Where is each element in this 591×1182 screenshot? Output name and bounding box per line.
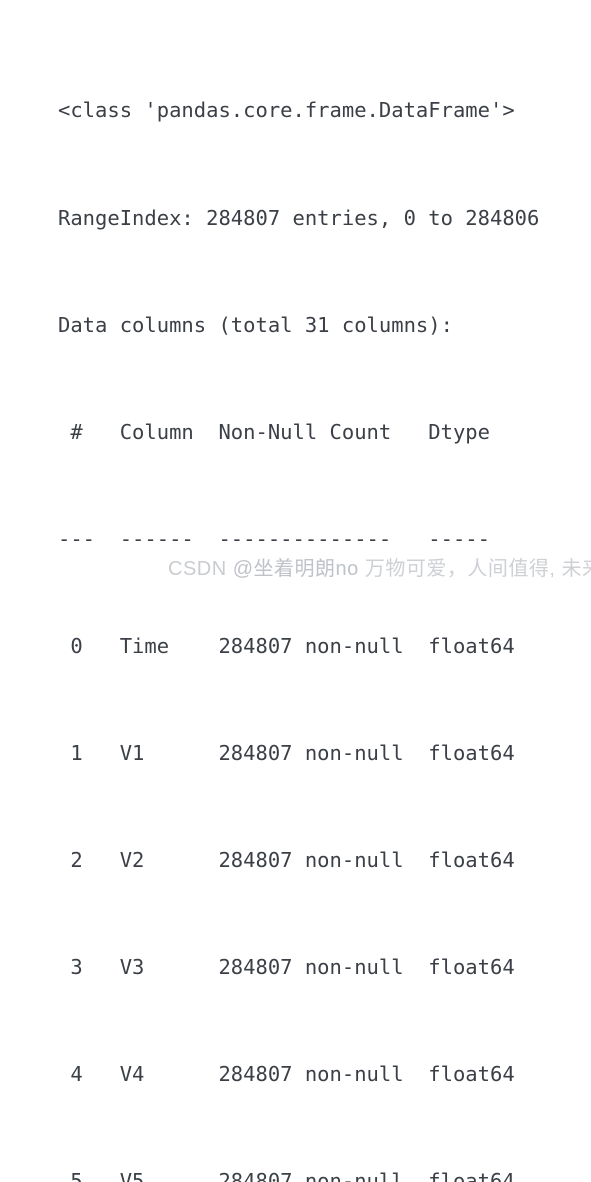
info-table-rule: --- ------ -------------- ----- (58, 526, 490, 551)
table-row: 4 V4 284807 non-null float64 (58, 1062, 515, 1087)
dataframe-info-output: <class 'pandas.core.frame.DataFrame'> Ra… (58, 22, 591, 1182)
info-table-header: # Column Non-Null Count Dtype (58, 419, 490, 444)
table-row: 1 V1 284807 non-null float64 (58, 740, 515, 765)
table-row: 3 V3 284807 non-null float64 (58, 955, 515, 980)
table-row: 5 V5 284807 non-null float64 (58, 1169, 515, 1182)
table-row: 2 V2 284807 non-null float64 (58, 848, 515, 873)
info-line-class: <class 'pandas.core.frame.DataFrame'> (58, 98, 515, 123)
table-row: 0 Time 284807 non-null float64 (58, 633, 515, 658)
info-line-data-columns: Data columns (total 31 columns): (58, 312, 453, 337)
info-line-rangeindex: RangeIndex: 284807 entries, 0 to 284806 (58, 205, 540, 230)
